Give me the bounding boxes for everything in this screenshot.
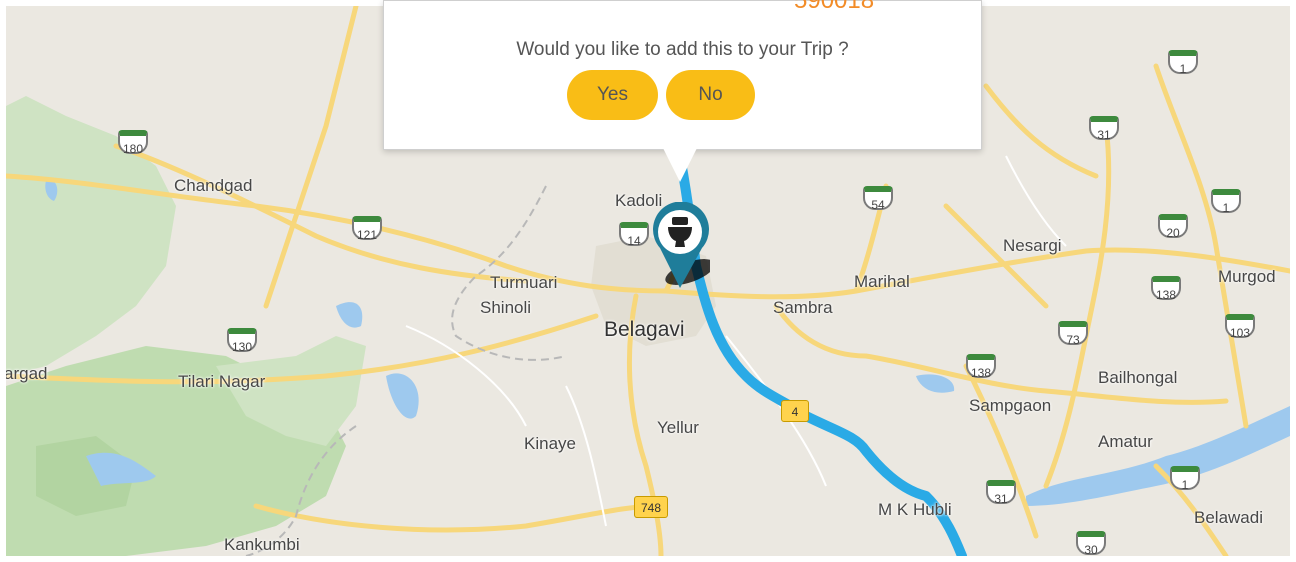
yes-button[interactable]: Yes [567, 70, 658, 120]
highway-shield: 180 [118, 130, 148, 156]
highway-shield: 31 [1089, 116, 1119, 142]
highway-shield: 103 [1225, 314, 1255, 340]
place-label: Marihal [854, 272, 910, 291]
highway-shield: 14 [619, 222, 649, 248]
highway-shield: 130 [227, 328, 257, 354]
place-label: Belagavi [604, 318, 685, 341]
no-button[interactable]: No [666, 70, 755, 120]
place-label: Chandgad [174, 176, 253, 195]
place-label: Kinaye [524, 434, 576, 453]
place-label: Kankumbi [224, 535, 300, 554]
highway-shield: 1 [1211, 189, 1241, 215]
highway-shield: 20 [1158, 214, 1188, 240]
place-label: argad [6, 364, 48, 383]
highway-shield: 31 [986, 480, 1016, 506]
place-label: M K Hubli [878, 500, 952, 519]
highway-shield: 748 [634, 496, 668, 518]
route-line [673, 141, 967, 556]
place-label: Amatur [1098, 432, 1153, 451]
place-label: Sampgaon [969, 396, 1052, 415]
place-label: Murgod [1218, 267, 1276, 286]
place-label: Turmuari [490, 273, 558, 292]
place-label: Yellur [657, 418, 699, 437]
highway-shield: 138 [966, 354, 996, 380]
place-label: Bailhongal [1098, 368, 1178, 387]
highway-shield: 30 [1076, 531, 1106, 556]
map-screenshot: Chandgad Kadoli Nesargi Murgod Turmuari … [0, 0, 1296, 562]
highway-shield: 4 [781, 400, 809, 422]
place-label: Sambra [773, 298, 833, 317]
popup-question: Would you like to add this to your Trip … [516, 39, 849, 60]
add-to-trip-popup: 590018 Would you like to add this to you… [383, 0, 982, 150]
popup-pointer [662, 146, 698, 182]
place-label: Shinoli [480, 298, 532, 317]
highway-shield: 54 [863, 186, 893, 212]
location-id: 590018 [794, 0, 875, 14]
restroom-marker[interactable] [650, 201, 715, 292]
highway-shield: 73 [1058, 321, 1088, 347]
highway-shield: 1 [1168, 50, 1198, 76]
place-label: Belawadi [1194, 508, 1263, 527]
highway-shield: 1 [1170, 466, 1200, 492]
place-label: Tilari Nagar [178, 372, 266, 391]
highway-shield: 121 [352, 216, 382, 242]
place-label: Nesargi [1003, 236, 1062, 255]
highway-shield: 138 [1151, 276, 1181, 302]
